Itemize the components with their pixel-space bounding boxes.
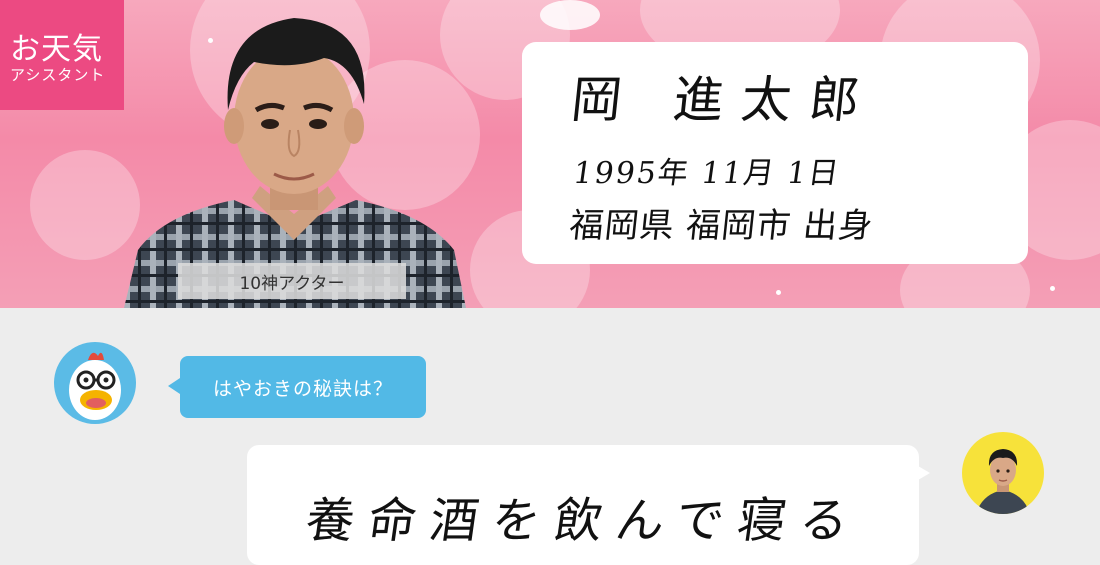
question-bubble: はやおきの秘訣は？ <box>168 356 426 418</box>
user-photo-icon[interactable] <box>962 432 1044 514</box>
header-banner: お天気 アシスタント 10神アクター 岡 進太郎 1995年 11月 1日 福岡… <box>0 0 1100 308</box>
mascot-bird-icon[interactable] <box>54 342 136 424</box>
sparkle <box>1050 286 1055 291</box>
answer-text: 養命酒を飲んで寝る <box>302 493 866 549</box>
answer-bubble-tail <box>918 466 930 480</box>
sparkle <box>776 290 781 295</box>
bokeh-light <box>540 0 600 30</box>
profile-hometown: 福岡県 福岡市 出身 <box>567 206 876 246</box>
profile-birthdate: 1995年 11月 1日 <box>571 156 843 191</box>
profile-card: 岡 進太郎 1995年 11月 1日 福岡県 福岡市 出身 <box>522 42 1028 264</box>
photo-caption: 10神アクター <box>178 263 406 299</box>
weather-assistant-badge[interactable]: お天気 アシスタント <box>0 0 124 110</box>
answer-card: 養命酒を飲んで寝る <box>247 445 919 565</box>
actor-photo <box>124 18 466 308</box>
profile-name: 岡 進太郎 <box>568 71 881 129</box>
badge-title: お天気 <box>10 32 103 67</box>
badge-subtitle: アシスタント <box>10 66 106 84</box>
